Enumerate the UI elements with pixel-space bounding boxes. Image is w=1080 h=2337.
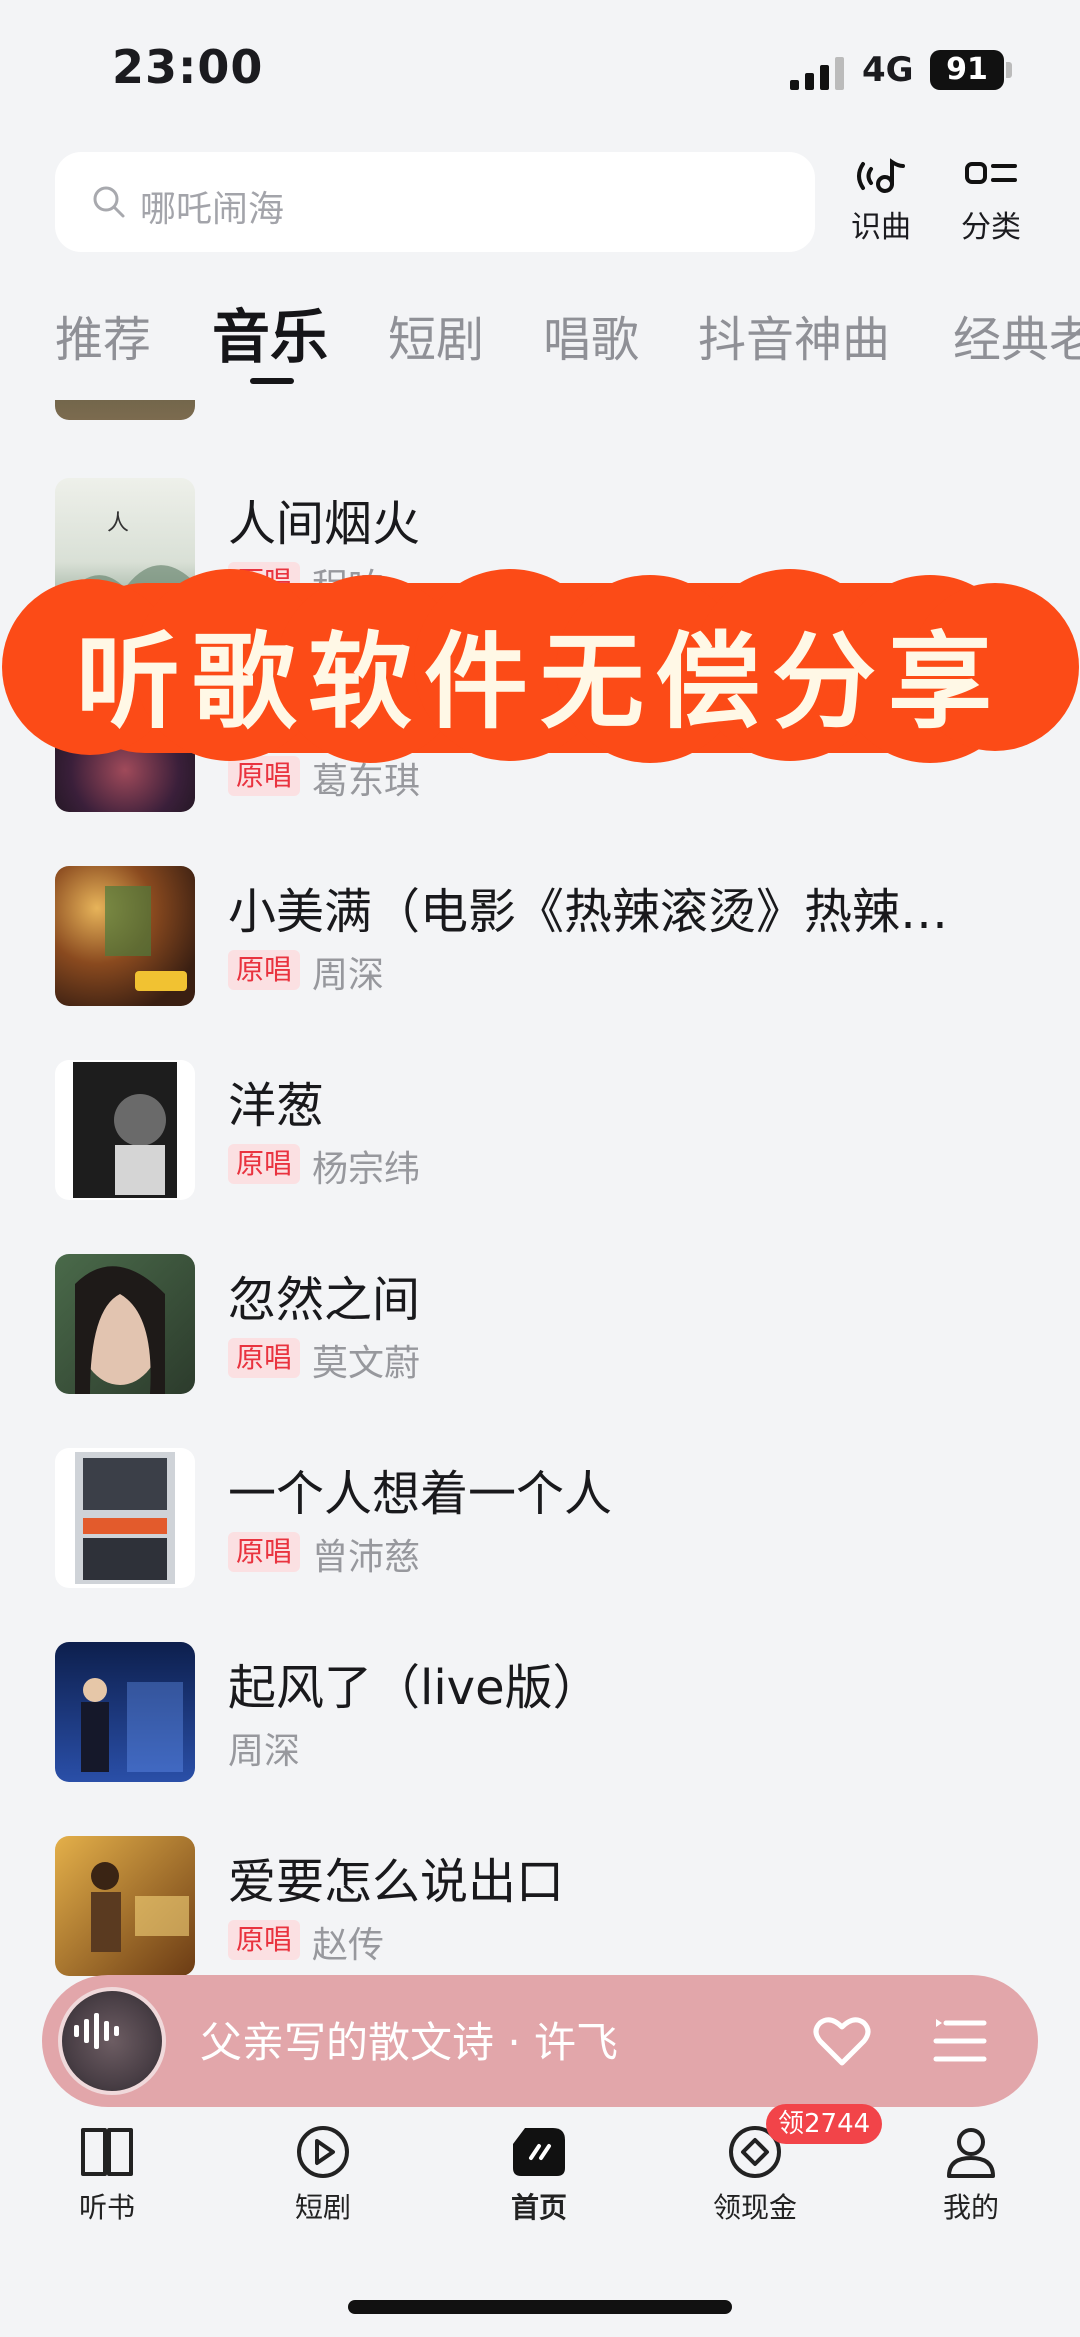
search-placeholder: 哪吒闹海 xyxy=(140,189,285,230)
nav-short-drama[interactable]: 短剧 xyxy=(248,2124,398,2226)
album-cover xyxy=(55,1060,195,1200)
category-label: 分类 xyxy=(961,210,1021,245)
list-item[interactable]: 起风了（live版） 周深 xyxy=(0,1642,1080,1782)
nav-label: 听书 xyxy=(78,2191,135,2224)
list-item[interactable]: 洋葱 原唱 杨宗纬 xyxy=(0,1060,1080,1200)
category-button[interactable]: 分类 xyxy=(946,156,1036,256)
tab-sing[interactable]: 唱歌 xyxy=(543,300,639,370)
home-icon xyxy=(513,2128,565,2176)
signal-icon xyxy=(790,57,844,90)
list-item[interactable]: 小美满（电影《热辣滚烫》热辣… 原唱 周深 xyxy=(0,866,1080,1006)
nav-home[interactable]: 首页 xyxy=(464,2124,614,2226)
cash-reward-badge: 领2744 xyxy=(766,2104,883,2144)
tab-classic-oldies[interactable]: 经典老 xyxy=(953,300,1080,370)
song-title: 起风了（live版） xyxy=(228,1660,601,1716)
song-title: 小美满（电影《热辣滚烫》热辣… xyxy=(228,884,949,940)
song-title: 忽然之间 xyxy=(228,1272,421,1328)
album-cover xyxy=(55,866,195,1006)
list-item[interactable] xyxy=(0,400,1080,420)
original-badge: 原唱 xyxy=(228,1920,301,1960)
music-recognize-icon xyxy=(857,158,905,193)
song-title: 爱要怎么说出口 xyxy=(228,1854,565,1910)
promo-overlay-banner: 听歌软件无偿分享 xyxy=(0,565,1080,770)
tab-douyin-hits[interactable]: 抖音神曲 xyxy=(698,300,890,370)
artist-name: 杨宗纬 xyxy=(312,1149,421,1190)
tab-music[interactable]: 音乐 xyxy=(212,290,328,374)
search-icon xyxy=(93,186,125,218)
album-cover xyxy=(55,1642,195,1782)
original-badge: 原唱 xyxy=(228,1338,301,1378)
battery-level: 91 xyxy=(930,50,1004,90)
song-title: 洋葱 xyxy=(228,1078,325,1134)
favorite-heart-icon[interactable] xyxy=(812,2011,872,2071)
music-recognize-button[interactable]: 识曲 xyxy=(836,156,926,256)
category-tabs: 推荐 音乐 短剧 唱歌 抖音神曲 经典老 xyxy=(0,290,1080,400)
album-cover xyxy=(55,1836,195,1976)
nav-profile[interactable]: 我的 xyxy=(896,2124,1046,2226)
nav-audiobooks[interactable]: 听书 xyxy=(32,2124,182,2226)
sound-wave-icon xyxy=(74,2013,119,2049)
artist-name: 曾沛慈 xyxy=(312,1537,421,1578)
search-input[interactable]: 哪吒闹海 xyxy=(55,152,815,252)
svg-text:人: 人 xyxy=(107,511,129,536)
original-badge: 原唱 xyxy=(228,1144,301,1184)
artist-name: 周深 xyxy=(312,955,385,996)
profile-icon xyxy=(947,2128,995,2178)
tab-recommend[interactable]: 推荐 xyxy=(55,300,151,370)
artist-name: 周深 xyxy=(228,1731,301,1772)
category-icon xyxy=(965,162,1017,184)
mini-player[interactable]: 父亲写的散文诗 · 许飞 xyxy=(42,1975,1038,2107)
artist-name: 赵传 xyxy=(312,1925,385,1966)
playlist-icon[interactable] xyxy=(932,2013,988,2069)
network-type: 4G xyxy=(862,50,914,90)
music-recognize-label: 识曲 xyxy=(851,210,911,245)
list-item[interactable]: 一个人想着一个人 原唱 曾沛慈 xyxy=(0,1448,1080,1588)
nav-label: 我的 xyxy=(942,2191,999,2224)
battery-tip xyxy=(1006,62,1012,78)
home-indicator xyxy=(348,2300,732,2314)
artist-name: 莫文蔚 xyxy=(312,1343,421,1384)
original-badge: 原唱 xyxy=(228,1532,301,1572)
nav-label: 首页 xyxy=(510,2191,567,2224)
album-cover xyxy=(55,400,195,420)
nav-label: 短剧 xyxy=(294,2191,351,2224)
tab-short-drama[interactable]: 短剧 xyxy=(388,300,484,370)
book-icon xyxy=(81,2128,133,2176)
song-title: 人间烟火 xyxy=(228,496,421,552)
album-cover xyxy=(55,1448,195,1588)
list-item[interactable]: 爱要怎么说出口 原唱 赵传 xyxy=(0,1836,1080,1976)
song-title: 一个人想着一个人 xyxy=(228,1466,613,1522)
nav-label: 领现金 xyxy=(712,2191,797,2224)
status-bar: 23:00 4G 91 xyxy=(0,0,1080,140)
play-icon xyxy=(297,2126,349,2178)
album-cover xyxy=(55,1254,195,1394)
now-playing-title: 父亲写的散文诗 · 许飞 xyxy=(200,2018,619,2067)
original-badge: 原唱 xyxy=(228,950,301,990)
status-time: 23:00 xyxy=(112,40,264,94)
list-item[interactable]: 忽然之间 原唱 莫文蔚 xyxy=(0,1254,1080,1394)
active-tab-indicator xyxy=(250,378,294,384)
promo-overlay-text: 听歌软件无偿分享 xyxy=(75,620,1004,743)
